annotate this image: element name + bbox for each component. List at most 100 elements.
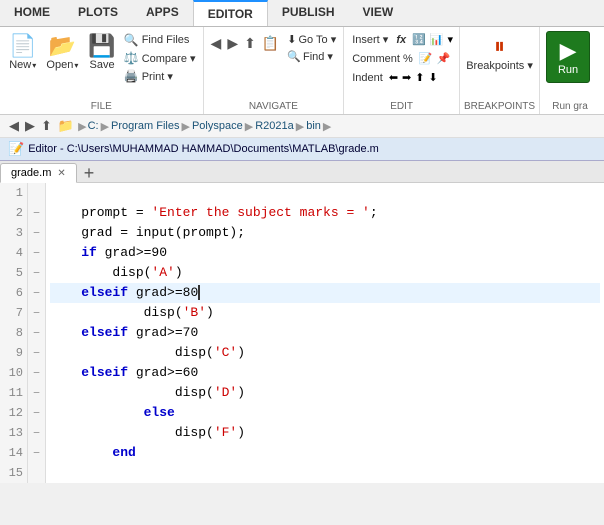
line-num-3: 3 — [0, 223, 27, 243]
nav-bookmark-button[interactable]: 📋 — [259, 33, 282, 54]
line-num-8: 8 — [0, 323, 27, 343]
find-button[interactable]: 🔍Find ▾ — [284, 48, 339, 65]
ribbon-group-edit: Insert ▾ fx 🔢 📊 ▾ Comment % 📝 📌 Indent ⬅… — [344, 27, 460, 114]
save-button[interactable]: 💾 Save — [83, 29, 120, 75]
line-num-11: 11 — [0, 383, 27, 403]
menu-editor[interactable]: EDITOR — [193, 0, 268, 26]
nav-back-button[interactable]: ◀ — [208, 33, 225, 54]
code-line-6: elseif grad>=80 — [50, 283, 600, 303]
nav-back[interactable]: ◀ — [6, 117, 22, 135]
code-line-2: prompt = 'Enter the subject marks = '; — [50, 203, 600, 223]
code-line-4: if grad>=90 — [50, 243, 600, 263]
breadcrumb-polyspace[interactable]: Polyspace — [192, 120, 243, 132]
line-num-14: 14 — [0, 443, 27, 463]
tab-close-icon[interactable]: ✕ — [57, 168, 65, 179]
menu-apps[interactable]: APPS — [132, 0, 193, 26]
code-line-12: else — [50, 403, 600, 423]
tab-gradem-label: grade.m — [11, 167, 51, 179]
insert-button[interactable]: Insert ▾ — [348, 31, 392, 48]
find-files-button[interactable]: 🔍Find Files — [121, 31, 199, 49]
line-num-1: 1 — [0, 183, 27, 203]
line-num-4: 4 — [0, 243, 27, 263]
line-num-15: 15 — [0, 463, 27, 483]
breadcrumb-separator0: ▶ — [78, 120, 86, 133]
breadcrumb-separator5: ▶ — [323, 120, 331, 133]
line-num-10: 10 — [0, 363, 27, 383]
run-button[interactable]: ▶ Run — [546, 31, 590, 83]
code-line-7: disp('B') — [50, 303, 600, 323]
line-num-2: 2 — [0, 203, 27, 223]
line-num-9: 9 — [0, 343, 27, 363]
formula2-button[interactable]: 📊 — [428, 31, 446, 48]
ribbon-group-edit-label: EDIT — [344, 101, 459, 112]
menu-plots[interactable]: PLOTS — [64, 0, 132, 26]
line-num-7: 7 — [0, 303, 27, 323]
breadcrumb-separator2: ▶ — [182, 120, 190, 133]
code-line-1 — [50, 183, 600, 203]
line-num-13: 13 — [0, 423, 27, 443]
print-button[interactable]: 🖨️Print ▾ — [121, 67, 199, 85]
code-line-5: disp('A') — [50, 263, 600, 283]
breadcrumb-programfiles[interactable]: Program Files — [111, 120, 179, 132]
fx-button[interactable]: fx — [392, 32, 410, 48]
breadcrumb-bin[interactable]: bin — [306, 120, 321, 132]
ribbon: 📄 New ▾ 📂 Open ▾ 💾 Save 🔍Find Files ⚖️Co… — [0, 27, 604, 115]
ribbon-group-file-label: FILE — [0, 101, 203, 112]
comment-button[interactable]: Comment % — [348, 51, 417, 67]
line-num-5: 5 — [0, 263, 27, 283]
indent-button[interactable]: Indent — [348, 70, 387, 86]
breakpoints-button[interactable]: Breakpoints ▾ — [466, 59, 533, 72]
breadcrumb-bar: ◀ ▶ ⬆ 📁 ▶ C: ▶ Program Files ▶ Polyspace… — [0, 115, 604, 138]
formula-button[interactable]: 🔢 — [410, 31, 428, 48]
code-line-14: end — [50, 443, 600, 463]
run-icon: ▶ — [560, 38, 577, 64]
breadcrumb-r2021a[interactable]: R2021a — [255, 120, 294, 132]
comment-icon1[interactable]: 📝 — [417, 50, 435, 67]
nav-forward-button[interactable]: ▶ — [224, 33, 241, 54]
code-editor: 1 2 3 4 5 6 7 8 9 10 11 12 13 14 15 – – … — [0, 183, 604, 483]
ribbon-group-breakpoints: ⏸ Breakpoints ▾ BREAKPOINTS — [460, 27, 540, 114]
open-button[interactable]: 📂 Open ▾ — [41, 29, 83, 75]
tab-bar: grade.m ✕ + — [0, 161, 604, 183]
code-content[interactable]: prompt = 'Enter the subject marks = '; g… — [46, 183, 604, 483]
code-line-8: elseif grad>=70 — [50, 323, 600, 343]
menu-home[interactable]: HOME — [0, 0, 64, 26]
code-line-9: disp('C') — [50, 343, 600, 363]
tab-add-button[interactable]: + — [78, 164, 101, 182]
compare-button[interactable]: ⚖️Compare ▾ — [121, 49, 199, 67]
code-line-15 — [50, 463, 600, 483]
dash-column: – – – – – – – – – – – – – — [28, 183, 46, 483]
ribbon-group-run-label: Run gra — [540, 101, 600, 112]
breakpoints-icon: ⏸ — [494, 33, 505, 59]
run-label: Run — [558, 64, 578, 76]
line-num-12: 12 — [0, 403, 27, 423]
ribbon-group-navigate: ◀ ▶ ⬆ 📋 ⬇Go To ▾ 🔍Find ▾ NAVIGATE — [204, 27, 345, 114]
comment-icon2[interactable]: 📌 — [434, 50, 452, 67]
indent-icon3[interactable]: ⬆ — [413, 69, 426, 86]
code-line-10: elseif grad>=60 — [50, 363, 600, 383]
editor-titlebar: 📝 Editor - C:\Users\MUHAMMAD HAMMAD\Docu… — [0, 138, 604, 161]
indent-icon2[interactable]: ➡ — [400, 69, 413, 86]
line-numbers: 1 2 3 4 5 6 7 8 9 10 11 12 13 14 15 — [0, 183, 28, 483]
menu-view[interactable]: VIEW — [349, 0, 408, 26]
ribbon-group-file: 📄 New ▾ 📂 Open ▾ 💾 Save 🔍Find Files ⚖️Co… — [0, 27, 204, 114]
nav-forward[interactable]: ▶ — [22, 117, 38, 135]
menubar: HOME PLOTS APPS EDITOR PUBLISH VIEW — [0, 0, 604, 27]
menu-publish[interactable]: PUBLISH — [268, 0, 349, 26]
new-button[interactable]: 📄 New ▾ — [4, 29, 41, 75]
tab-gradem[interactable]: grade.m ✕ — [0, 163, 77, 183]
editor-icon: 📝 — [8, 141, 24, 157]
breadcrumb-separator4: ▶ — [296, 120, 304, 133]
code-line-3: grad = input(prompt); — [50, 223, 600, 243]
browse-button[interactable]: 📁 — [55, 117, 77, 135]
goto-button[interactable]: ⬇Go To ▾ — [284, 31, 339, 48]
breadcrumb-c[interactable]: C: — [88, 120, 99, 132]
nav-up[interactable]: ⬆ — [38, 117, 55, 135]
formula-dropdown[interactable]: ▾ — [446, 31, 456, 48]
indent-icon1[interactable]: ⬅ — [387, 69, 400, 86]
nav-up-button[interactable]: ⬆ — [241, 33, 259, 54]
code-line-11: disp('D') — [50, 383, 600, 403]
ribbon-group-navigate-label: NAVIGATE — [204, 101, 344, 112]
indent-icon4[interactable]: ⬇ — [426, 69, 439, 86]
ribbon-group-run: ▶ Run Run gra — [540, 27, 600, 114]
